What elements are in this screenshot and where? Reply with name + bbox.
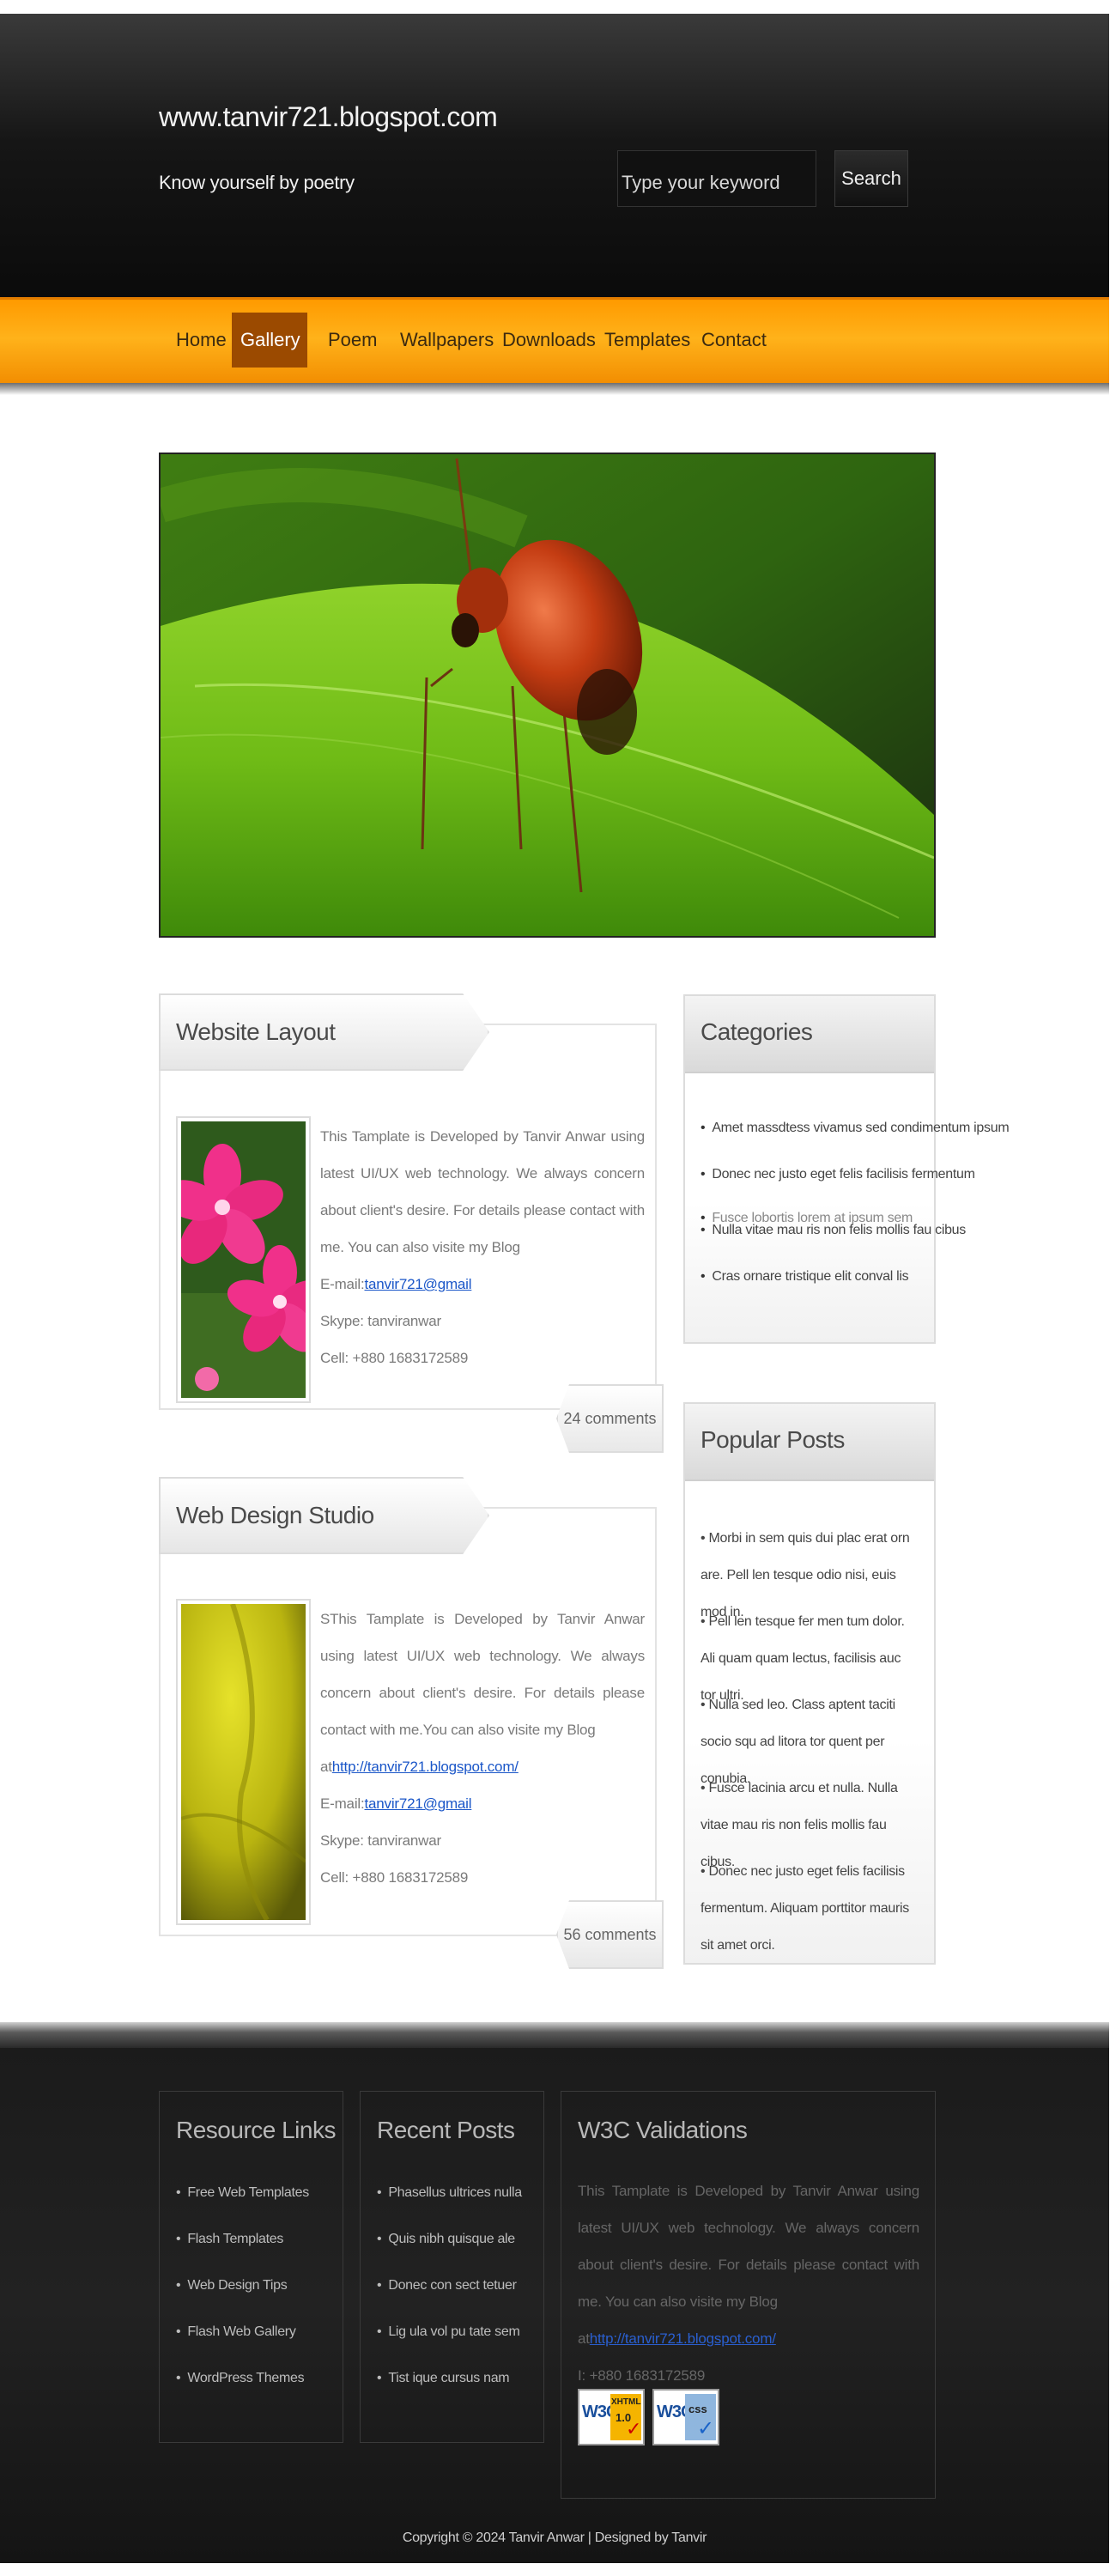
skype-text: Skype: tanviranwar [320,1313,441,1329]
comments-count[interactable]: 56 comments [556,1900,664,1969]
category-item[interactable]: Cras ornare tristique elit conval lis [701,1269,908,1285]
yellow-leaf-image [180,1603,307,1922]
nav-item-contact[interactable]: Contact [693,313,775,368]
search-input[interactable] [617,150,816,207]
w3c-text: This Tamplate is Developed by Tanvir Anw… [578,2183,919,2310]
post-body: SThis Tamplate is Developed by Tanvir An… [320,1601,645,1896]
nav-item-templates[interactable]: Templates [596,313,699,368]
w3c-blog-link[interactable]: http://tanvir721.blogspot.com/ [590,2330,776,2347]
beetle-on-leaf-image [161,454,934,936]
post-title[interactable]: Website Layout [176,1018,336,1046]
recent-post-link[interactable]: Donec con sect tetuer [377,2278,517,2293]
cell-text: Cell: +880 1683172589 [320,1869,469,1886]
category-item[interactable]: Nulla vitae mau ris non felis mollis fau… [701,1223,966,1238]
nav-item-wallpapers[interactable]: Wallpapers [391,313,502,368]
post-title[interactable]: Web Design Studio [176,1502,374,1529]
resource-link[interactable]: Web Design Tips [176,2278,287,2293]
post-thumbnail[interactable] [161,1116,333,1403]
resource-links-title: Resource Links [176,2117,336,2143]
nav-item-poem[interactable]: Poem [319,313,385,368]
xhtml-valid-badge[interactable]: W3C XHTML 1.0 ✓ [578,2389,645,2445]
nav-item-home[interactable]: Home [167,313,235,368]
w3c-validations-title: W3C Validations [578,2117,748,2143]
email-label: E-mail: [320,1795,365,1812]
post-text: This Tamplate is Developed by Tanvir Anw… [320,1128,645,1255]
w3c-body: This Tamplate is Developed by Tanvir Anw… [578,2172,919,2394]
resource-link[interactable]: WordPress Themes [176,2371,304,2386]
recent-posts-title: Recent Posts [377,2117,515,2143]
cell-text: Cell: +880 1683172589 [320,1350,469,1366]
nav-item-gallery[interactable]: Gallery [232,313,307,368]
blog-prefix: at [320,1759,332,1775]
copyright-text: Copyright © 2024 Tanvir Anwar | Designed… [402,2530,707,2545]
skype-text: Skype: tanviranwar [320,1832,441,1849]
nav-divider [0,383,1109,395]
checkmark-icon: ✓ [626,2418,642,2439]
checkmark-icon: ✓ [697,2417,715,2440]
w3c-phone: I: +880 1683172589 [578,2367,706,2384]
recent-post-link[interactable]: Tist ique cursus nam [377,2371,509,2386]
site-tagline: Know yourself by poetry [159,172,355,193]
pink-flower-image [161,1121,333,1398]
banner-image [159,453,936,938]
nav-item-downloads[interactable]: Downloads [494,313,604,368]
recent-post-link[interactable]: Phasellus ultrices nulla [377,2185,522,2201]
footer-divider [0,2022,1109,2048]
resource-link[interactable]: Free Web Templates [176,2185,309,2201]
css-valid-badge[interactable]: W3C css ✓ [652,2389,719,2445]
site-title[interactable]: www.tanvir721.blogspot.com [159,101,498,133]
search-button[interactable]: Search [834,150,908,207]
badge-xhtml-label: XHTML [611,2397,641,2407]
blog-link[interactable]: http://tanvir721.blogspot.com/ [332,1759,519,1775]
categories-title: Categories [701,1018,813,1045]
email-label: E-mail: [320,1276,365,1292]
site-header [0,14,1109,297]
popular-posts-title: Popular Posts [701,1426,845,1453]
post-thumbnail[interactable] [176,1599,311,1925]
w3c-blog-prefix: at [578,2330,590,2347]
recent-post-link[interactable]: Lig ula vol pu tate sem [377,2324,520,2340]
resource-link[interactable]: Flash Web Gallery [176,2324,296,2340]
comments-count[interactable]: 24 comments [556,1384,664,1453]
popular-post-item[interactable]: • Donec nec justo eget felis facilisis f… [701,1853,917,1964]
email-link[interactable]: tanvir721@gmail [365,1795,472,1812]
popular-post-text: Donec nec justo eget felis facilisis fer… [701,1864,909,1953]
email-link[interactable]: tanvir721@gmail [365,1276,472,1292]
badge-css-label: css [688,2403,707,2415]
post-text: SThis Tamplate is Developed by Tanvir An… [320,1611,645,1738]
category-item[interactable]: Amet massdtess vivamus sed condimentum i… [701,1121,1009,1136]
post-body: This Tamplate is Developed by Tanvir Anw… [320,1118,645,1376]
recent-post-link[interactable]: Quis nibh quisque ale [377,2232,515,2247]
category-item[interactable]: Donec nec justo eget felis facilisis fer… [701,1167,975,1182]
resource-link[interactable]: Flash Templates [176,2232,283,2247]
